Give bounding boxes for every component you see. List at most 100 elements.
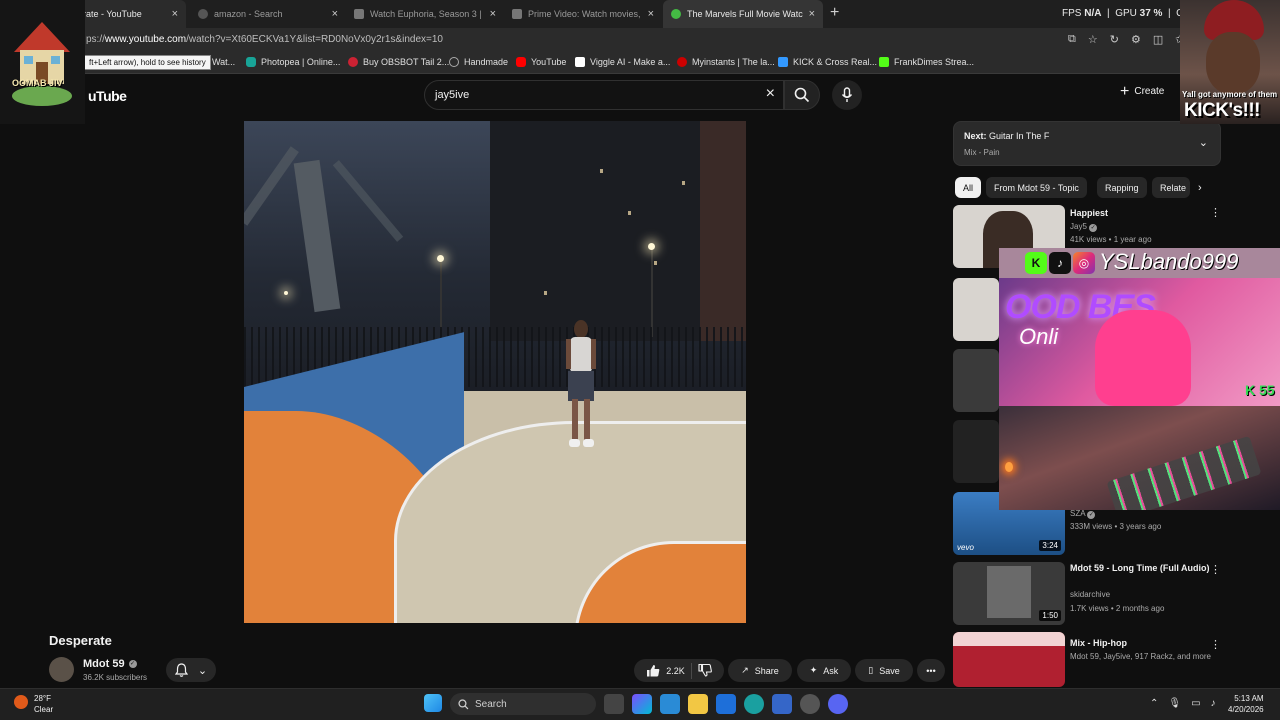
clear-search-icon[interactable]: × xyxy=(766,85,775,103)
rec-thumbnail[interactable] xyxy=(953,632,1065,687)
like-button[interactable]: 2.2K xyxy=(646,664,685,677)
address-bar[interactable]: ps://www.youtube.com/watch?v=Xt60ECKVa1Y… xyxy=(0,28,1280,52)
screen: erate - YouTube × amazon - Search × Watc… xyxy=(0,0,1280,720)
url-text[interactable]: ps://www.youtube.com/watch?v=Xt60ECKVa1Y… xyxy=(86,34,443,45)
tab-amazon-search[interactable]: amazon - Search × xyxy=(190,0,346,28)
open-in-app-icon[interactable]: ⧉ xyxy=(1068,33,1076,46)
photos-icon[interactable] xyxy=(716,694,736,714)
weather-widget[interactable]: 28°F Clear xyxy=(34,693,53,715)
display-icon[interactable]: ▭ xyxy=(1191,698,1200,709)
discord-icon[interactable] xyxy=(828,694,848,714)
chip-from-channel[interactable]: From Mdot 59 - Topic xyxy=(986,177,1087,198)
search-favicon-icon xyxy=(198,9,208,19)
tab-close-icon[interactable]: × xyxy=(172,8,178,20)
rec-thumbnail[interactable] xyxy=(953,278,999,341)
bookmark-kick-cross[interactable]: KICK & Cross Real... xyxy=(778,57,877,67)
voice-search-button[interactable] xyxy=(832,80,862,110)
rec-meta: 41K views • 1 year ago xyxy=(1070,235,1152,244)
new-tab-button[interactable]: + xyxy=(830,4,839,22)
chevron-right-icon[interactable]: › xyxy=(1198,182,1202,194)
thumbs-down-icon[interactable] xyxy=(698,664,712,677)
rec-title[interactable]: Happiest xyxy=(1070,207,1210,219)
rec-thumbnail[interactable]: 1:50 xyxy=(953,562,1065,625)
copilot-icon[interactable]: ◫ xyxy=(1153,33,1163,46)
search-input[interactable]: jay5ive × xyxy=(424,80,784,110)
video-street-lamp xyxy=(437,255,444,262)
chip-all[interactable]: All xyxy=(955,177,982,198)
taskbar-search[interactable]: Search xyxy=(450,693,596,715)
chevron-down-icon[interactable]: ⌄ xyxy=(1199,136,1208,149)
rec-title[interactable]: Mix - Hip-hop xyxy=(1070,637,1210,649)
ask-label: Ask xyxy=(823,665,839,676)
search-button[interactable] xyxy=(784,80,820,110)
rec-thumbnail-stack xyxy=(953,632,1065,646)
volume-icon[interactable]: ♪ xyxy=(1211,698,1216,709)
tab-euphoria[interactable]: Watch Euphoria, Season 3 | Prime × xyxy=(346,0,504,28)
store-icon[interactable] xyxy=(660,694,680,714)
bell-icon xyxy=(174,663,188,677)
more-horizontal-icon: ••• xyxy=(926,665,936,676)
create-label: Create xyxy=(1134,86,1165,97)
share-button[interactable]: ↗ Share xyxy=(728,659,792,682)
bookmark-handmade[interactable]: Handmade xyxy=(449,57,508,67)
bookmark-star-icon[interactable]: ☆ xyxy=(1088,33,1098,46)
copilot-icon[interactable] xyxy=(632,694,652,714)
tab-youtube[interactable]: erate - YouTube × xyxy=(70,0,186,28)
chip-rapping[interactable]: Rapping xyxy=(1097,177,1147,198)
rec-channel: SZA ✓ xyxy=(1070,509,1096,519)
tab-close-icon[interactable]: × xyxy=(332,8,338,20)
file-explorer-icon[interactable] xyxy=(688,694,708,714)
tab-close-icon[interactable]: × xyxy=(809,8,815,20)
youtube-logo[interactable]: uTube xyxy=(88,88,127,104)
taskbar-clock[interactable]: 5:13 AM 4/20/2026 xyxy=(1228,693,1264,715)
chevron-up-icon[interactable]: ⌃ xyxy=(1150,698,1158,709)
up-next-mix: Mix - Pain xyxy=(964,148,1000,157)
tab-marvels[interactable]: The Marvels Full Movie Watch Onl × xyxy=(663,0,823,28)
up-next-prefix: Next: xyxy=(964,131,987,141)
more-actions-button[interactable]: ••• xyxy=(917,659,945,682)
youtube-icon xyxy=(516,57,526,67)
thumbs-up-icon xyxy=(647,665,660,677)
edge-icon[interactable] xyxy=(744,694,764,714)
video-building-brick xyxy=(700,121,746,341)
bookmark-youtube[interactable]: YouTube xyxy=(516,57,566,67)
notification-bell-button[interactable]: ⌄ xyxy=(166,658,216,682)
bookmark-photopea[interactable]: Photopea | Online... xyxy=(246,57,340,67)
microphone-icon[interactable]: 🎙 xyxy=(1168,698,1181,709)
subscriber-count: 36.2K subscribers xyxy=(83,673,148,682)
save-button[interactable]: ▯ Save xyxy=(855,659,913,682)
bookmark-item[interactable]: Wat... xyxy=(212,57,235,67)
ask-button[interactable]: ✦ Ask xyxy=(797,659,851,682)
video-distant-light xyxy=(284,291,288,295)
refresh-icon[interactable]: ↻ xyxy=(1110,33,1119,46)
play-favicon-icon xyxy=(671,9,681,19)
tab-close-icon[interactable]: × xyxy=(648,8,654,20)
rec-menu-icon[interactable]: ⋮ xyxy=(1210,206,1221,219)
tab-close-icon[interactable]: × xyxy=(490,8,496,20)
rec-thumbnail[interactable] xyxy=(953,420,999,483)
extensions-icon[interactable]: ⚙ xyxy=(1131,33,1141,46)
windows-start-icon[interactable] xyxy=(424,694,442,712)
create-button[interactable]: + Create xyxy=(1120,83,1165,99)
outlook-icon[interactable] xyxy=(772,694,792,714)
channel-avatar[interactable] xyxy=(49,657,74,682)
bookmark-obsbot[interactable]: Buy OBSBOT Tail 2... xyxy=(348,57,449,67)
stream-logo-overlay: OOMAB JIV xyxy=(0,0,85,124)
task-view-icon[interactable] xyxy=(604,694,624,714)
search-icon xyxy=(794,87,810,103)
url-scheme: ps:// xyxy=(86,34,105,45)
rec-menu-icon[interactable]: ⋮ xyxy=(1210,563,1221,576)
gpu-value: 37 % xyxy=(1139,8,1163,19)
tab-prime-video[interactable]: Prime Video: Watch movies, TV sh × xyxy=(504,0,662,28)
rec-title[interactable]: Mdot 59 - Long Time (Full Audio) xyxy=(1070,562,1210,574)
chip-related[interactable]: Relate xyxy=(1152,177,1190,198)
bookmark-frankdimes[interactable]: FrankDimes Strea... xyxy=(879,57,974,67)
up-next-panel[interactable]: Next: Guitar In The F Mix - Pain ⌄ xyxy=(953,121,1221,166)
rec-menu-icon[interactable]: ⋮ xyxy=(1210,638,1221,651)
bookmark-myinstants[interactable]: Myinstants | The la... xyxy=(677,57,775,67)
video-player[interactable] xyxy=(244,121,746,623)
obs-icon[interactable] xyxy=(800,694,820,714)
channel-name[interactable]: Mdot 59 ✓ xyxy=(83,658,137,670)
bookmark-viggle[interactable]: Viggle AI - Make a... xyxy=(575,57,670,67)
rec-thumbnail[interactable] xyxy=(953,349,999,412)
